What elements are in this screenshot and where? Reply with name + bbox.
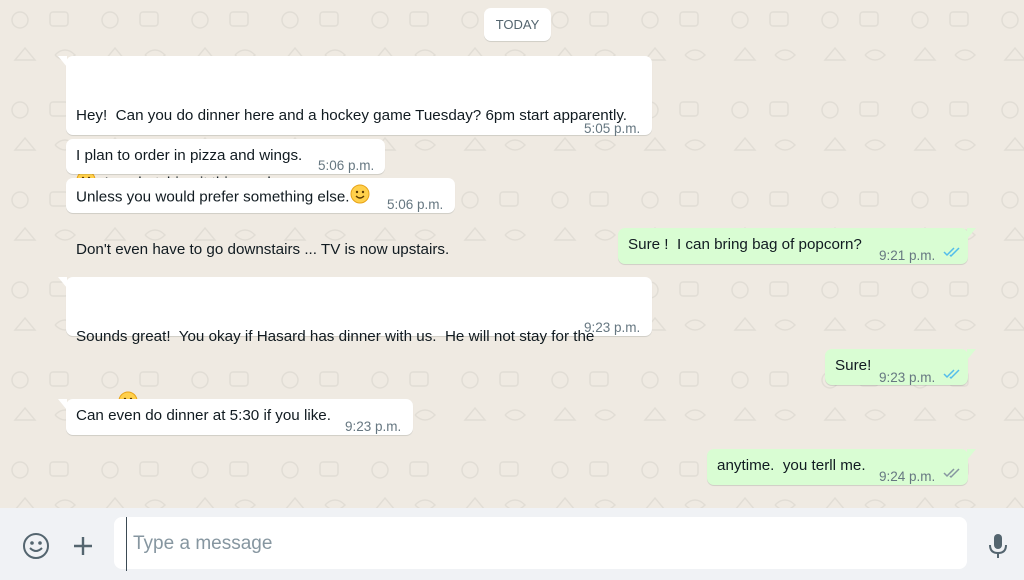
message-bubble-incoming[interactable]: Unless you would prefer something else. … [66, 178, 455, 213]
message-bubble-outgoing[interactable]: anytime. you terll me. 9:24 p.m. [707, 449, 976, 485]
smiley-icon[interactable] [22, 532, 50, 565]
message-text: anytime. you terll me. [717, 457, 866, 474]
message-text: Unless you would prefer something else. [76, 184, 370, 211]
bubble-tail [967, 228, 976, 239]
message-line: Sounds great! You okay if Hasard has din… [76, 328, 595, 345]
message-time: 9:24 p.m. [879, 469, 936, 484]
message-line: Hey! Can you do dinner here and a hockey… [76, 107, 628, 124]
message-time: 9:23 p.m. [584, 320, 641, 335]
message-time: 5:06 p.m. [318, 158, 375, 173]
double-check-icon [943, 369, 960, 380]
microphone-icon[interactable] [987, 532, 1009, 565]
date-separator: TODAY [484, 8, 551, 41]
bubble-tail [967, 449, 976, 460]
bubble-tail [58, 277, 67, 288]
double-check-icon [943, 247, 960, 258]
message-bubble-outgoing[interactable]: Sure ! I can bring bag of popcorn? 9:21 … [618, 228, 976, 264]
bubble-tail [58, 399, 67, 410]
message-input[interactable] [126, 517, 955, 571]
message-bubble-outgoing[interactable]: Sure! 9:23 p.m. [825, 349, 976, 385]
message-text: Sure! [835, 357, 872, 374]
plus-icon[interactable] [71, 534, 95, 563]
bubble-tail [58, 56, 67, 67]
double-check-icon [943, 468, 960, 479]
message-time: 5:05 p.m. [584, 121, 641, 136]
smiley-icon [350, 184, 370, 211]
message-bubble-incoming[interactable]: Sounds great! You okay if Hasard has din… [58, 277, 652, 412]
bubble-tail [967, 349, 976, 360]
message-text: Sure ! I can bring bag of popcorn? [628, 236, 862, 253]
message-composer [0, 508, 1024, 580]
message-time: 9:21 p.m. [879, 248, 936, 263]
message-time: 9:23 p.m. [345, 419, 402, 434]
message-bubble-incoming[interactable]: Can even do dinner at 5:30 if you like. … [58, 399, 413, 435]
message-line: Don't even have to go downstairs ... TV … [76, 241, 450, 258]
chat-area: TODAY Hey! Can you do dinner here and a … [0, 0, 1024, 508]
message-text: Can even do dinner at 5:30 if you like. [76, 407, 331, 424]
message-bubble-incoming[interactable]: I plan to order in pizza and wings. 5:06… [66, 139, 385, 174]
message-input-box[interactable] [114, 517, 967, 571]
message-text: I plan to order in pizza and wings. [76, 147, 303, 164]
message-time: 9:23 p.m. [879, 370, 936, 385]
message-line-rest: Unless you would prefer something else. [76, 188, 350, 206]
message-time: 5:06 p.m. [387, 197, 444, 212]
message-bubble-incoming[interactable]: Hey! Can you do dinner here and a hockey… [58, 56, 652, 258]
